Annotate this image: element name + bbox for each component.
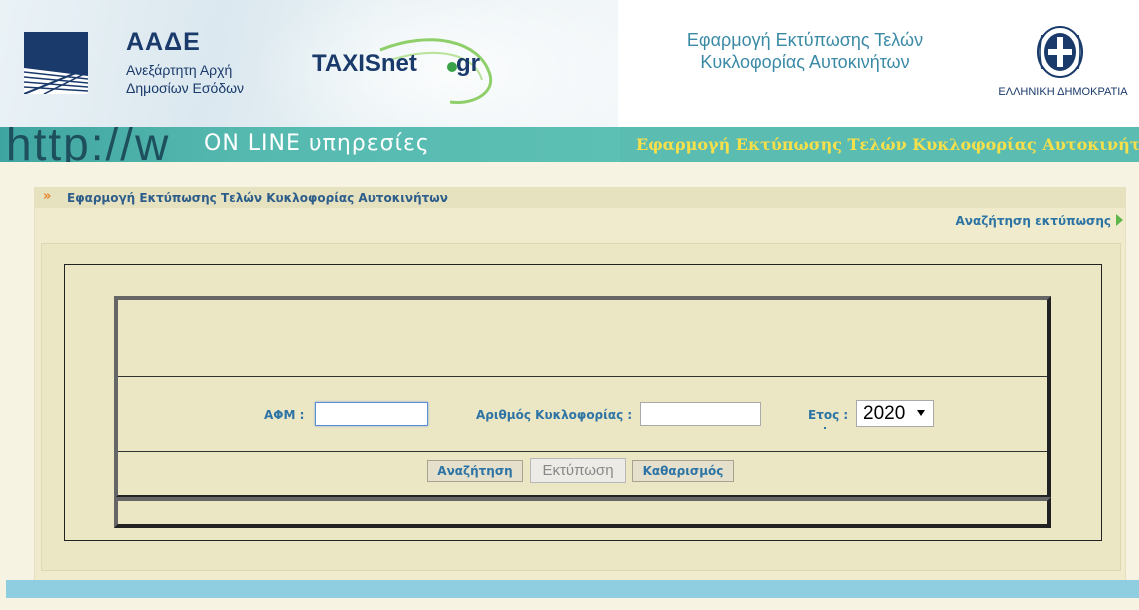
caret-down-icon xyxy=(917,410,925,416)
header-brand-area: ΑΑΔΕ Ανεξάρτητη Αρχή Δημοσίων Εσόδων TAX… xyxy=(0,0,618,127)
afm-label: ΑΦΜ : xyxy=(264,408,305,422)
header-app-title-line2: Κυκλοφορίας Αυτοκινήτων xyxy=(700,52,910,72)
site-header: ΑΑΔΕ Ανεξάρτητη Αρχή Δημοσίων Εσόδων TAX… xyxy=(0,0,1139,127)
form-panel: ΑΦΜ : Αριθμός Κυκλοφορίας : Ετος : 2020 … xyxy=(41,243,1121,571)
banner-bar: http://w ON LINE υπηρεσίες Εφαρμογή Εκτύ… xyxy=(0,127,1139,162)
greek-emblem-icon xyxy=(1037,26,1083,78)
footer-bar xyxy=(6,580,1139,598)
print-button[interactable]: Εκτύπωση xyxy=(530,458,626,483)
search-button[interactable]: Αναζήτηση xyxy=(427,460,523,482)
breadcrumb: » Εφαρμογή Εκτύπωσης Τελών Κυκλοφορίας Α… xyxy=(35,188,1125,208)
form-footer-box xyxy=(114,497,1051,528)
header-app-title-line1: Εφαρμογή Εκτύπωσης Τελών xyxy=(686,30,924,50)
aade-logo-icon[interactable] xyxy=(24,32,88,94)
aade-title: ΑΑΔΕ xyxy=(126,28,201,56)
afm-input[interactable] xyxy=(315,402,428,426)
banner-online-services: ON LINE υπηρεσίες xyxy=(204,131,430,156)
year-label: Ετος : xyxy=(808,408,849,422)
banner-app-title: Εφαρμογή Εκτύπωσης Τελών Κυκλοφορίας Αυτ… xyxy=(636,135,1139,154)
taxisnet-logo[interactable]: TAXISnet xyxy=(312,50,417,78)
form-fields-row: ΑΦΜ : Αριθμός Κυκλοφορίας : Ετος : 2020 xyxy=(118,377,1047,452)
plate-label: Αριθμός Κυκλοφορίας : xyxy=(476,408,633,422)
aade-subtitle-line2: Δημοσίων Εσόδων xyxy=(126,80,245,96)
banner-http-text: http://w xyxy=(6,127,171,162)
year-select[interactable]: 2020 xyxy=(856,400,934,427)
search-print-link[interactable]: Αναζήτηση εκτύπωσης xyxy=(956,214,1112,228)
taxisnet-tld: gr xyxy=(456,50,480,77)
form-buttons-row: Αναζήτηση Εκτύπωση Καθαρισμός xyxy=(118,452,1047,495)
triangle-right-icon xyxy=(1116,214,1123,226)
double-chevron-right-icon: » xyxy=(43,189,52,204)
plate-input[interactable] xyxy=(640,402,761,426)
aade-subtitle-line1: Ανεξάρτητη Αρχή xyxy=(126,62,233,78)
search-form: ΑΦΜ : Αριθμός Κυκλοφορίας : Ετος : 2020 … xyxy=(114,296,1051,499)
clear-button[interactable]: Καθαρισμός xyxy=(632,460,734,482)
year-select-value: 2020 xyxy=(863,403,906,424)
form-header-row xyxy=(118,300,1047,377)
breadcrumb-label: Εφαρμογή Εκτύπωσης Τελών Κυκλοφορίας Αυτ… xyxy=(67,191,448,205)
form-frame: ΑΦΜ : Αριθμός Κυκλοφορίας : Ετος : 2020 … xyxy=(64,264,1102,541)
main-content: » Εφαρμογή Εκτύπωσης Τελών Κυκλοφορίας Α… xyxy=(34,187,1126,582)
government-label: ΕΛΛΗΝΙΚΗ ΔΗΜΟΚΡΑΤΙΑ xyxy=(998,86,1128,98)
